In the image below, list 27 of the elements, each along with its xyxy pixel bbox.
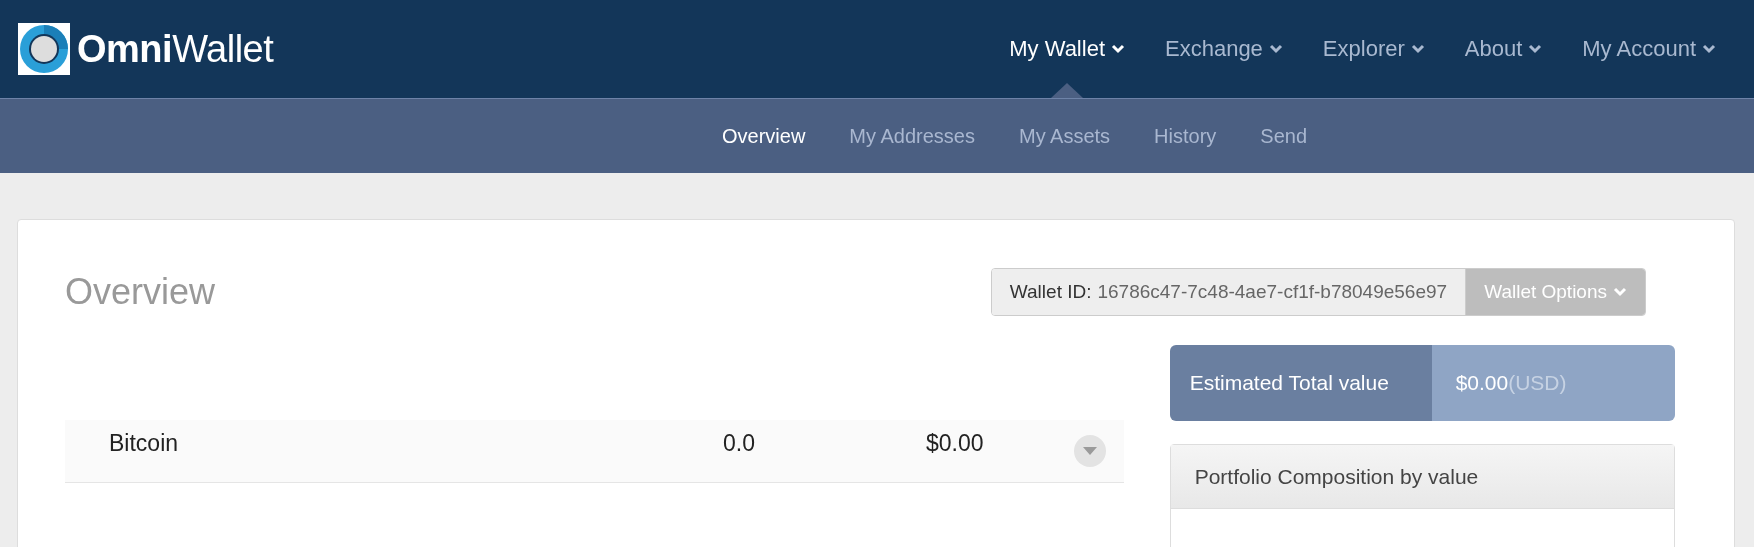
asset-name: Bitcoin	[109, 429, 180, 457]
nav-menu-item[interactable]: About	[1444, 0, 1563, 98]
page-title: Overview	[65, 271, 216, 313]
chevron-down-icon	[1268, 44, 1283, 54]
portfolio-title: Portfolio Composition by value	[1170, 445, 1674, 509]
chevron-down-icon	[1528, 44, 1543, 54]
asset-amount: 0.0	[723, 429, 756, 457]
asset-row[interactable]: Bitcoin 0.0 $0.00	[65, 420, 1124, 483]
subnav-tab[interactable]: History	[1154, 124, 1217, 148]
logo-icon	[17, 22, 71, 76]
nav-menu-item[interactable]: Exchange	[1145, 0, 1303, 98]
expand-button[interactable]	[1074, 435, 1106, 467]
chevron-down-icon	[1410, 44, 1425, 54]
subnav-tab[interactable]: Send	[1260, 124, 1308, 148]
nav-menu-item[interactable]: My Account	[1562, 0, 1736, 98]
estimated-label: Estimated Total value	[1169, 345, 1432, 421]
logo-text: OmniWallet	[77, 27, 274, 71]
asset-value: $0.00	[926, 429, 985, 457]
wallet-id-field: Wallet ID: 16786c47-7c48-4ae7-cf1f-b78049e56e97	[991, 269, 1467, 315]
caret-down-icon	[1083, 447, 1097, 455]
subnav-tab[interactable]: My Addresses	[849, 124, 975, 148]
chevron-down-icon	[1111, 44, 1125, 54]
chevron-down-icon	[1702, 44, 1716, 54]
subnav-tab[interactable]: My Assets	[1018, 124, 1111, 148]
chevron-down-icon	[1613, 287, 1627, 297]
subnav-tab[interactable]: Overview	[722, 124, 806, 148]
nav-menu-item[interactable]: Explorer	[1302, 0, 1445, 98]
